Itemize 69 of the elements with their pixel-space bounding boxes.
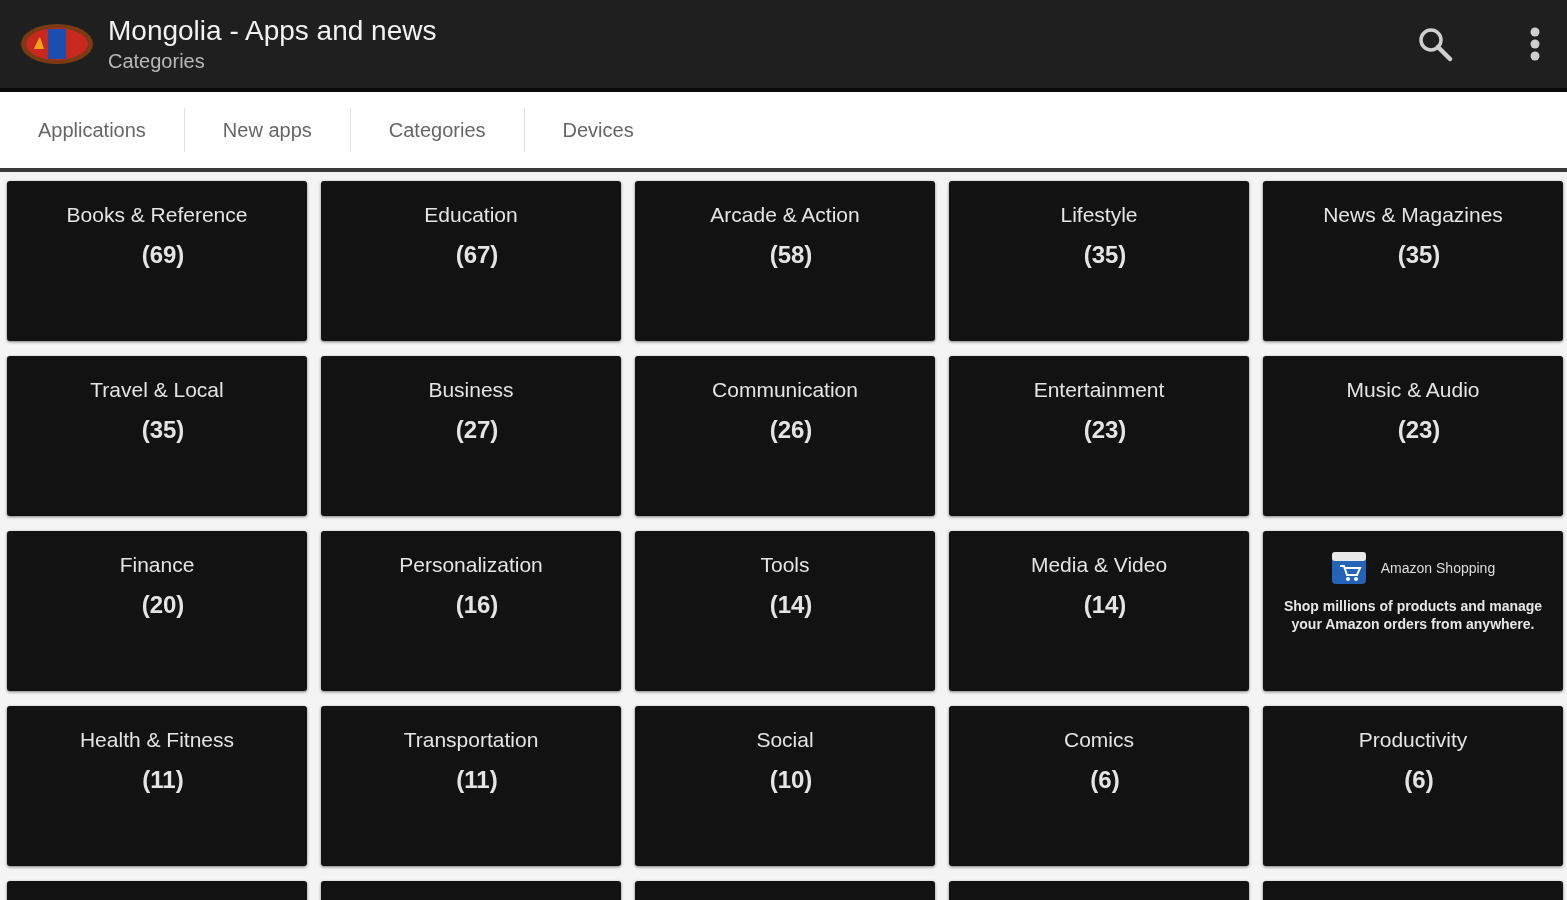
- category-tile[interactable]: Transportation (11): [321, 706, 621, 866]
- category-name: Comics: [1064, 728, 1134, 752]
- category-tile[interactable]: Business (27): [321, 356, 621, 516]
- category-name: Business: [428, 378, 514, 402]
- category-count: (67): [455, 241, 499, 269]
- category-tile[interactable]: Communication (26): [635, 356, 935, 516]
- category-count: (23): [1397, 416, 1441, 444]
- category-name: Education: [424, 203, 518, 227]
- category-tile[interactable]: Music & Audio (23): [1263, 356, 1563, 516]
- category-count: (27): [455, 416, 499, 444]
- category-name: Productivity: [1358, 728, 1468, 752]
- category-name: Lifestyle: [1060, 203, 1138, 227]
- category-tile[interactable]: Entertainment (23): [949, 356, 1249, 516]
- category-count: (35): [1083, 241, 1127, 269]
- category-name: Books & Reference: [66, 203, 248, 227]
- category-tile[interactable]: Productivity (6): [1263, 706, 1563, 866]
- category-tile[interactable]: Travel & Local (35): [7, 356, 307, 516]
- category-name: Social: [756, 728, 814, 752]
- category-name: Travel & Local: [90, 378, 224, 402]
- category-count: (11): [142, 766, 184, 794]
- category-count: (11): [456, 766, 498, 794]
- category-name: Arcade & Action: [710, 203, 860, 227]
- category-count: (10): [769, 766, 813, 794]
- category-count: (26): [769, 416, 813, 444]
- category-name: Finance: [119, 553, 195, 577]
- search-icon: [1417, 26, 1453, 62]
- category-name: Transportation: [403, 728, 539, 752]
- category-tile[interactable]: Education (67): [321, 181, 621, 341]
- category-tile[interactable]: Finance (20): [7, 531, 307, 691]
- category-tile[interactable]: Health & Fitness (11): [7, 706, 307, 866]
- category-name: Entertainment: [1033, 378, 1165, 402]
- category-count: (16): [455, 591, 499, 619]
- category-count: (6): [1404, 766, 1434, 794]
- category-tile[interactable]: Arcade & Action (58): [635, 181, 935, 341]
- category-tile[interactable]: Tools (14): [635, 531, 935, 691]
- category-tile[interactable]: Comics (6): [949, 706, 1249, 866]
- category-name: News & Magazines: [1323, 203, 1503, 227]
- tab[interactable]: New apps: [202, 110, 332, 150]
- ad-description: Shop millions of products and manage your Amazon orders from anywhere.: [1282, 597, 1544, 633]
- category-tile[interactable]: Lifestyle (35): [949, 181, 1249, 341]
- category-tile[interactable]: Books & Reference (69): [7, 181, 307, 341]
- ad-app-name: Amazon Shopping: [1380, 560, 1496, 576]
- category-tile[interactable]: Social (10): [635, 706, 935, 866]
- app-title: Mongolia - Apps and news: [108, 14, 438, 48]
- category-tile[interactable]: Personalization (16): [321, 531, 621, 691]
- tab[interactable]: Applications: [18, 110, 166, 150]
- category-tile[interactable]: News & Magazines (35): [1263, 181, 1563, 341]
- category-name: Media & Video: [1030, 553, 1168, 577]
- category-count: (14): [769, 591, 813, 619]
- category-name: Communication: [712, 378, 858, 402]
- category-name: Music & Audio: [1346, 378, 1480, 402]
- category-count: (14): [1083, 591, 1127, 619]
- ad-tile[interactable]: Amazon Shopping Shop millions of products and manage your Amazon orders from anywhere.: [1263, 531, 1563, 691]
- shopping-cart-icon: [1330, 551, 1367, 585]
- category-name: Tools: [760, 553, 810, 577]
- category-count: (69): [141, 241, 185, 269]
- category-name: Personalization: [399, 553, 543, 577]
- category-name: Health & Fitness: [79, 728, 235, 752]
- category-count: (6): [1090, 766, 1120, 794]
- category-count: (23): [1083, 416, 1127, 444]
- app-subtitle: Categories: [108, 49, 206, 74]
- category-count: (35): [1397, 241, 1441, 269]
- category-count: (58): [769, 241, 813, 269]
- more-icon: [1529, 26, 1541, 62]
- category-tile[interactable]: Media & Video (14): [949, 531, 1249, 691]
- tab[interactable]: Categories: [368, 110, 506, 150]
- tab[interactable]: Devices: [542, 110, 654, 150]
- category-count: (20): [141, 591, 185, 619]
- category-count: (35): [141, 416, 185, 444]
